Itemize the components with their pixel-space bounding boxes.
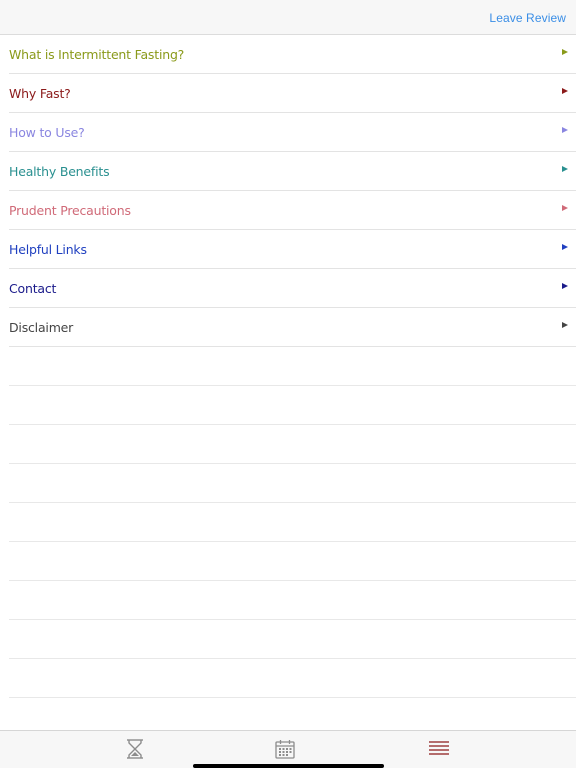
menu-item-helpful-links[interactable]: Helpful Links (9, 230, 576, 269)
disclosure-arrow-icon (562, 166, 568, 172)
hourglass-icon (127, 739, 143, 759)
empty-row (9, 581, 576, 620)
menu-item-why-fast[interactable]: Why Fast? (9, 74, 576, 113)
empty-row (9, 425, 576, 464)
empty-row (9, 542, 576, 581)
navigation-bar: Leave Review (0, 0, 576, 35)
disclosure-arrow-icon (562, 244, 568, 250)
empty-row (9, 620, 576, 659)
disclosure-arrow-icon (562, 322, 568, 328)
menu-item-label: How to Use? (9, 125, 85, 140)
empty-row (9, 347, 576, 386)
empty-row (9, 659, 576, 698)
empty-row (9, 386, 576, 425)
tab-timer[interactable] (124, 738, 146, 760)
empty-row (9, 503, 576, 542)
menu-item-what-is-intermittent-fasting[interactable]: What is Intermittent Fasting? (9, 35, 576, 74)
disclosure-arrow-icon (562, 49, 568, 55)
disclosure-arrow-icon (562, 205, 568, 211)
menu-item-how-to-use[interactable]: How to Use? (9, 113, 576, 152)
menu-item-prudent-precautions[interactable]: Prudent Precautions (9, 191, 576, 230)
menu-lines-icon (429, 741, 449, 755)
tab-calendar[interactable] (274, 738, 296, 760)
menu-item-label: What is Intermittent Fasting? (9, 47, 185, 62)
menu-item-healthy-benefits[interactable]: Healthy Benefits (9, 152, 576, 191)
home-indicator (193, 764, 384, 768)
disclosure-arrow-icon (562, 88, 568, 94)
tab-menu[interactable] (428, 738, 450, 760)
disclosure-arrow-icon (562, 283, 568, 289)
menu-list: What is Intermittent Fasting? Why Fast? … (0, 35, 576, 698)
menu-item-label: Healthy Benefits (9, 164, 110, 179)
menu-item-contact[interactable]: Contact (9, 269, 576, 308)
menu-item-disclaimer[interactable]: Disclaimer (9, 308, 576, 347)
disclosure-arrow-icon (562, 127, 568, 133)
menu-item-label: Disclaimer (9, 320, 74, 335)
menu-item-label: Contact (9, 281, 57, 296)
empty-row (9, 464, 576, 503)
menu-item-label: Why Fast? (9, 86, 71, 101)
leave-review-button[interactable]: Leave Review (489, 11, 566, 25)
menu-item-label: Helpful Links (9, 242, 87, 257)
tab-bar (0, 730, 576, 768)
menu-item-label: Prudent Precautions (9, 203, 131, 218)
calendar-icon (275, 740, 295, 759)
